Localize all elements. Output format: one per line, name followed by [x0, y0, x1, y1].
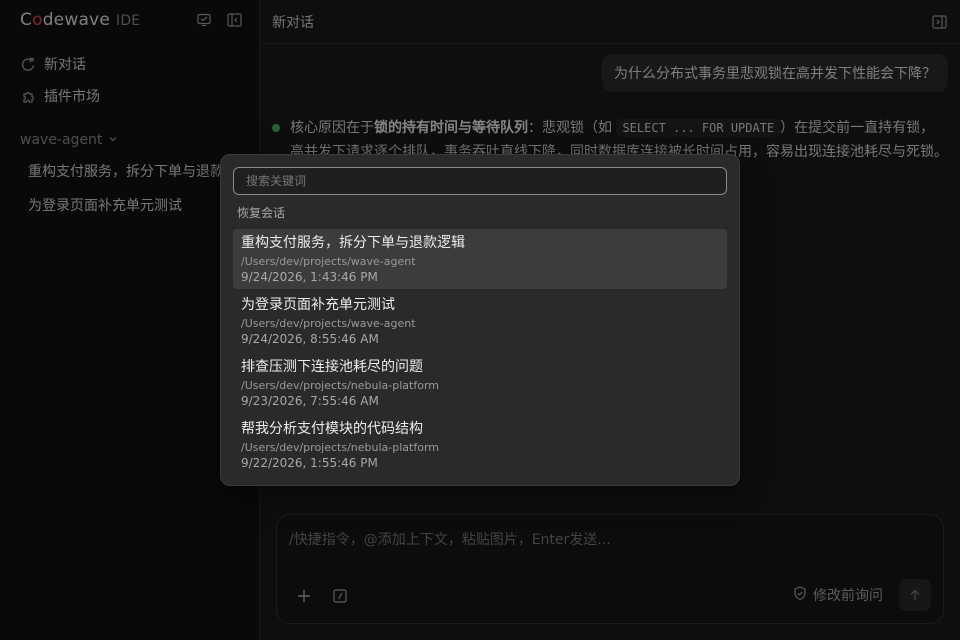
session-date: 9/23/2026, 7:55:46 AM [241, 394, 379, 408]
resume-session-dialog: 恢复会话 重构支付服务，拆分下单与退款逻辑 /Users/dev/project… [220, 154, 740, 486]
session-path: /Users/dev/projects/nebula-platform [241, 379, 439, 392]
session-date: 9/24/2026, 8:55:46 AM [241, 332, 379, 346]
session-list-item[interactable]: 帮我分析支付模块的代码结构 /Users/dev/projects/nebula… [233, 415, 727, 475]
session-title: 帮我分析支付模块的代码结构 [241, 421, 423, 437]
session-title: 为登录页面补充单元测试 [241, 297, 395, 313]
session-list: 重构支付服务，拆分下单与退款逻辑 /Users/dev/projects/wav… [233, 229, 727, 477]
session-list-item[interactable]: 排查压测下连接池耗尽的问题 /Users/dev/projects/nebula… [233, 353, 727, 413]
dialog-section-label: 恢复会话 [237, 206, 286, 220]
session-list-item[interactable]: 为登录页面补充单元测试 /Users/dev/projects/wave-age… [233, 291, 727, 351]
session-path: /Users/dev/projects/wave-agent [241, 317, 416, 330]
session-search-input[interactable] [233, 167, 727, 195]
session-date: 9/24/2026, 1:43:46 PM [241, 270, 378, 284]
session-path: /Users/dev/projects/nebula-platform [241, 441, 439, 454]
session-list-item[interactable]: 重构支付服务，拆分下单与退款逻辑 /Users/dev/projects/wav… [233, 229, 727, 289]
session-title: 重构支付服务，拆分下单与退款逻辑 [241, 235, 465, 251]
session-title: 排查压测下连接池耗尽的问题 [241, 359, 423, 375]
session-path: /Users/dev/projects/wave-agent [241, 255, 416, 268]
session-date: 9/22/2026, 1:55:46 PM [241, 456, 378, 470]
